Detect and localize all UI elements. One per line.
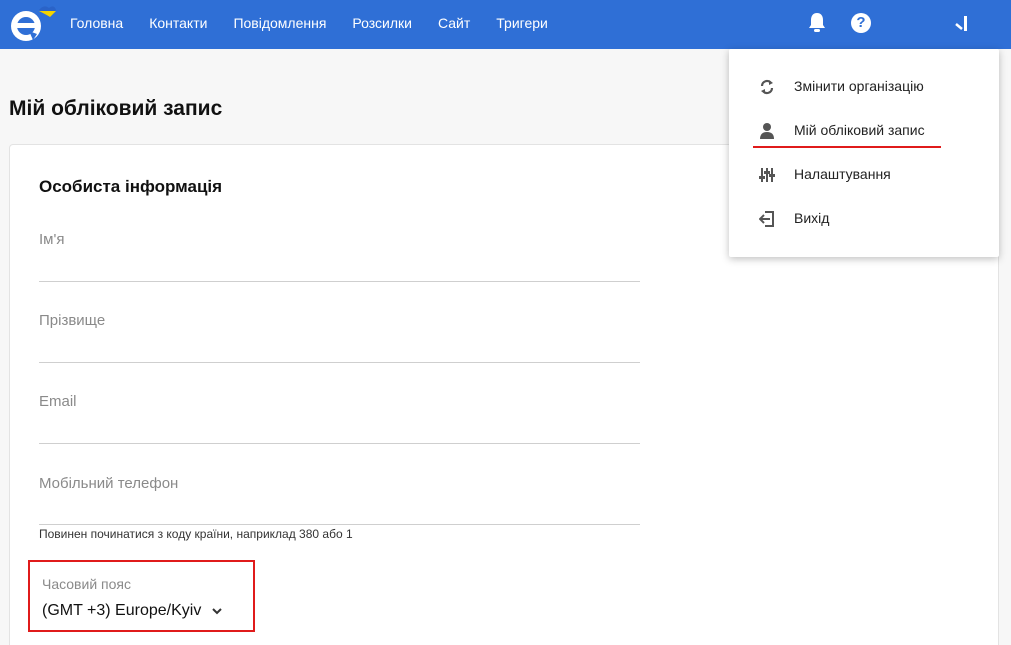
app-logo[interactable] xyxy=(6,4,56,44)
last-name-field[interactable]: Прізвище xyxy=(39,312,640,364)
bell-icon[interactable] xyxy=(807,11,827,33)
nav-home[interactable]: Головна xyxy=(70,15,123,31)
top-navbar: Головна Контакти Повідомлення Розсилки С… xyxy=(0,0,1011,49)
logout-icon xyxy=(759,211,774,227)
main-nav: Головна Контакти Повідомлення Розсилки С… xyxy=(70,0,574,45)
menu-item-switch-organization[interactable]: Змінити організацію xyxy=(729,67,999,107)
menu-item-label: Налаштування xyxy=(794,166,891,182)
last-name-underline xyxy=(39,362,640,363)
timezone-value: (GMT +3) Europe/Kyiv xyxy=(42,602,202,619)
nav-triggers[interactable]: Тригери xyxy=(496,15,548,31)
timezone-select[interactable]: (GMT +3) Europe/Kyiv xyxy=(42,602,223,620)
help-icon[interactable]: ? xyxy=(851,13,871,33)
email-label: Email xyxy=(39,393,77,410)
timezone-highlight: Часовий пояс (GMT +3) Europe/Kyiv xyxy=(28,560,255,632)
menu-item-my-account[interactable]: Мій обліковий запис xyxy=(729,111,999,151)
nav-messages[interactable]: Повідомлення xyxy=(233,15,326,31)
nav-site[interactable]: Сайт xyxy=(438,15,470,31)
user-menu-icon[interactable] xyxy=(953,12,973,34)
menu-item-label: Змінити організацію xyxy=(794,78,924,94)
timezone-label: Часовий пояс xyxy=(42,576,131,592)
last-name-label: Прізвище xyxy=(39,312,106,329)
mobile-phone-underline xyxy=(39,524,640,525)
phone-helper-text: Повинен починатися з коду країни, наприк… xyxy=(39,527,353,541)
email-field[interactable]: Email xyxy=(39,393,640,445)
mobile-phone-label: Мобільний телефон xyxy=(39,475,179,492)
mobile-phone-field[interactable]: Мобільний телефон xyxy=(39,475,640,527)
menu-item-settings[interactable]: Налаштування xyxy=(729,155,999,195)
menu-item-label: Вихід xyxy=(794,210,830,226)
page-title: Мій обліковий запис xyxy=(9,97,223,120)
menu-item-logout[interactable]: Вихід xyxy=(729,199,999,239)
first-name-label: Ім'я xyxy=(39,231,65,248)
nav-mailings[interactable]: Розсилки xyxy=(352,15,412,31)
user-dropdown-menu: Змінити організацію Мій обліковий запис … xyxy=(729,49,999,257)
email-underline xyxy=(39,443,640,444)
section-title-personal: Особиста інформація xyxy=(39,177,223,196)
first-name-field[interactable]: Ім'я xyxy=(39,231,640,283)
menu-item-label: Мій обліковий запис xyxy=(794,122,925,138)
user-icon xyxy=(760,123,774,139)
nav-contacts[interactable]: Контакти xyxy=(149,15,207,31)
first-name-underline xyxy=(39,281,640,282)
sliders-icon xyxy=(759,168,775,182)
chevron-down-icon xyxy=(212,608,223,615)
refresh-icon xyxy=(760,79,774,95)
my-account-highlight xyxy=(753,146,941,148)
